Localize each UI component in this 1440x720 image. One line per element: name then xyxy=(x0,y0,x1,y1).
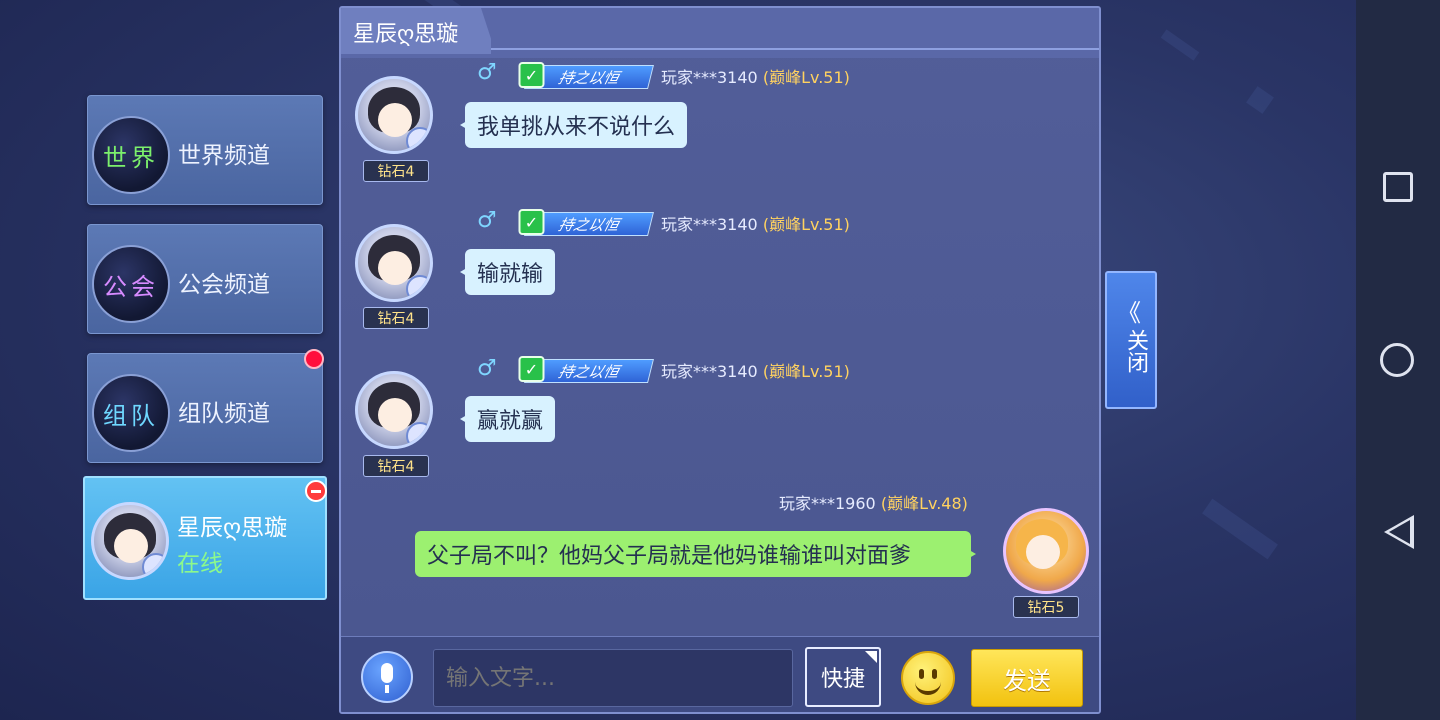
male-gender-icon: ♂ xyxy=(477,208,497,233)
recent-apps-icon[interactable] xyxy=(1383,172,1413,202)
chat-partner-name: 星辰ღ思璇 xyxy=(177,515,288,541)
team-channel-orb: 组队 xyxy=(92,374,170,452)
male-gender-icon: ♂ xyxy=(477,356,497,381)
send-button[interactable]: 发送 xyxy=(971,649,1083,707)
sender-info: 玩家***3140 (巅峰Lv.51) xyxy=(661,215,850,234)
panel-title: 星辰ღ思璇 xyxy=(353,22,459,47)
rank-badge: 钻石5 xyxy=(1013,596,1079,618)
guild-channel-orb: 公会 xyxy=(92,245,170,323)
message-input[interactable] xyxy=(433,649,793,707)
input-bar: 快捷 发送 xyxy=(341,636,1099,712)
sender-info: 玩家***3140 (巅峰Lv.51) xyxy=(661,362,850,381)
chevron-left-icon: 《 xyxy=(1117,299,1141,327)
chat-panel: 星辰ღ思璇 钻石4 ♂ ✓ 持之以恒 玩家***3140 (巅峰Lv.51) 我… xyxy=(339,6,1101,714)
message-bubble: 我单挑从来不说什么 xyxy=(459,102,688,148)
self-message-bubble: 父子局不叫？他妈父子局就是他妈谁输谁叫对面爹 xyxy=(415,531,976,577)
quick-reply-button[interactable]: 快捷 xyxy=(805,647,881,707)
channel-private-chat[interactable]: 星辰ღ思璇 在线 xyxy=(83,476,327,600)
rank-badge: 钻石4 xyxy=(363,307,429,329)
male-gender-icon: ♂ xyxy=(477,60,497,85)
channel-label: 公会频道 xyxy=(178,272,270,298)
online-status: 在线 xyxy=(177,551,223,577)
chat-partner-avatar xyxy=(91,502,169,580)
self-info: 玩家***1960 (巅峰Lv.48) xyxy=(779,494,968,513)
channel-guild[interactable]: 公会 公会频道 xyxy=(87,224,323,334)
title-badge: ✓ 持之以恒 xyxy=(518,209,654,236)
smiley-icon[interactable] xyxy=(901,651,955,705)
self-avatar[interactable] xyxy=(1003,508,1089,594)
title-badge: ✓ 持之以恒 xyxy=(518,356,654,383)
sender-avatar[interactable] xyxy=(355,76,433,154)
checkmark-icon: ✓ xyxy=(518,62,545,88)
rank-badge: 钻石4 xyxy=(363,455,429,477)
android-nav-bar xyxy=(1356,0,1440,720)
channel-label: 组队频道 xyxy=(178,401,270,427)
sender-avatar[interactable] xyxy=(355,224,433,302)
message-bubble: 赢就赢 xyxy=(459,396,556,442)
checkmark-icon: ✓ xyxy=(518,356,545,382)
remove-chat-icon[interactable] xyxy=(305,480,327,502)
close-button[interactable]: 《 关闭 xyxy=(1105,271,1157,409)
world-channel-orb: 世界 xyxy=(92,116,170,194)
home-icon[interactable] xyxy=(1380,343,1414,377)
title-badge: ✓ 持之以恒 xyxy=(518,62,654,89)
microphone-icon[interactable] xyxy=(361,651,413,703)
sender-info: 玩家***3140 (巅峰Lv.51) xyxy=(661,68,850,87)
message-bubble: 输就输 xyxy=(459,249,556,295)
rank-badge: 钻石4 xyxy=(363,160,429,182)
close-label: 关闭 xyxy=(1123,329,1148,373)
channel-team[interactable]: 组队 组队频道 xyxy=(87,353,323,463)
channel-world[interactable]: 世界 世界频道 xyxy=(87,95,323,205)
panel-header: 星辰ღ思璇 xyxy=(341,8,1099,58)
checkmark-icon: ✓ xyxy=(518,209,545,235)
channel-label: 世界频道 xyxy=(178,143,270,169)
sender-avatar[interactable] xyxy=(355,371,433,449)
unread-dot xyxy=(304,349,324,369)
back-icon[interactable] xyxy=(1384,515,1414,549)
